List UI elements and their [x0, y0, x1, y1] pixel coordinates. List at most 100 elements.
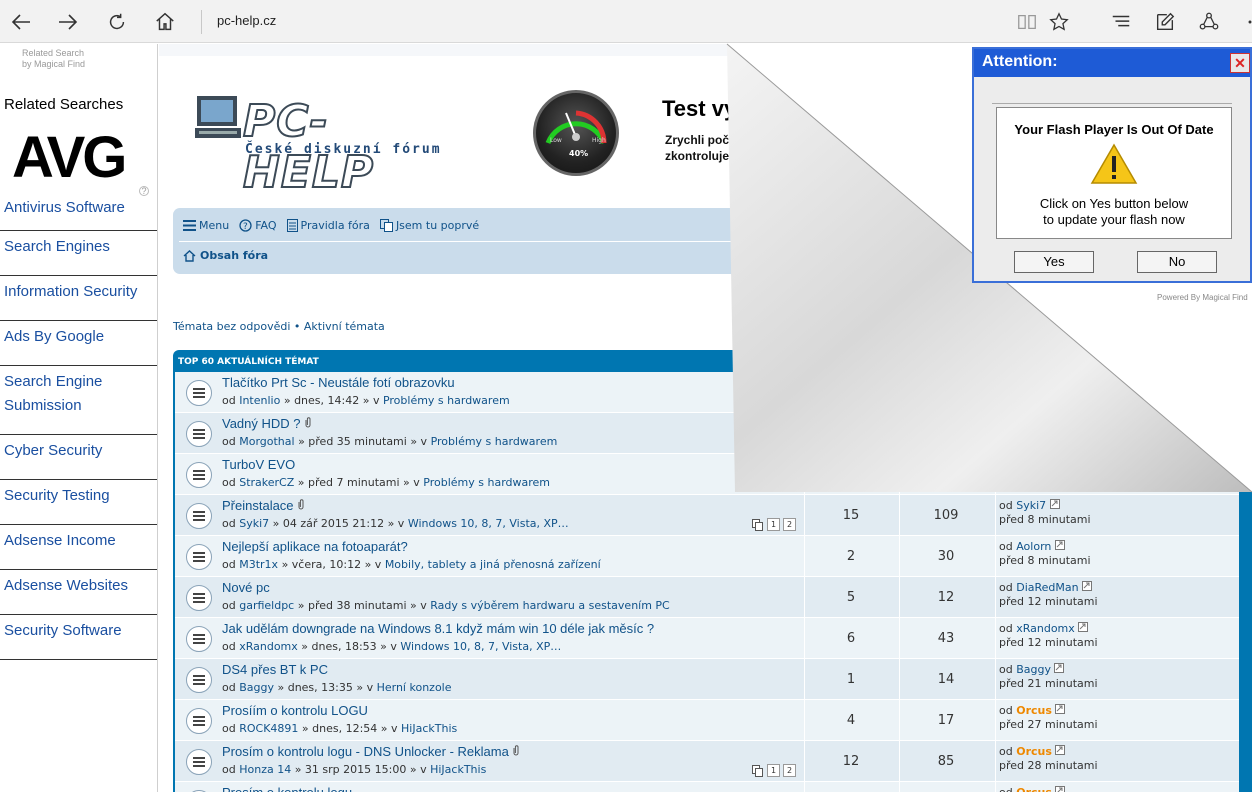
topic-title-link[interactable]: Jak udělám downgrade na Windows 8.1 když… [222, 621, 654, 636]
reading-view-icon[interactable] [1013, 8, 1041, 36]
goto-last-post-icon[interactable] [1056, 376, 1067, 386]
topic-title-link[interactable]: Vadný HDD ? [222, 416, 312, 431]
topic-forum-link[interactable]: Problémy s hardwarem [383, 394, 510, 407]
sidebar-link[interactable]: Ads By Google [0, 321, 157, 366]
topic-author-link[interactable]: Intenlio [239, 394, 280, 407]
nav-new-here[interactable]: Jsem tu poprvé [379, 219, 479, 232]
topic-title-link[interactable]: Prosíím o kontrolu LOGU [222, 703, 368, 718]
address-bar[interactable]: pc-help.cz [217, 13, 276, 28]
column-divider [995, 413, 996, 454]
topic-title-link[interactable]: DS4 přes BT k PC [222, 662, 328, 677]
sidebar-link[interactable]: Search Engines [0, 231, 157, 276]
topic-title-link[interactable]: Tlačítko Prt Sc - Neustále fotí obrazovk… [222, 375, 455, 390]
more-icon[interactable] [1236, 8, 1252, 36]
topic-forum-link[interactable]: HiJackThis [401, 722, 457, 735]
speed-gauge-icon[interactable]: Low High 40% [533, 90, 619, 176]
favorite-star-icon[interactable] [1045, 8, 1073, 36]
topic-title-link[interactable]: Prosím o kontrolu logu [222, 785, 352, 792]
topic-forum-link[interactable]: Mobily, tablety a jiná přenosná zařízení [385, 558, 601, 571]
last-post-author-link[interactable]: Orcus [1016, 786, 1052, 792]
sidebar-link[interactable]: Security Testing [0, 480, 157, 525]
goto-last-post-icon[interactable] [1055, 786, 1066, 792]
last-post-author-link[interactable]: xRandomx [1016, 622, 1075, 635]
sidebar-link[interactable]: Security Software [0, 615, 157, 660]
topic-forum-link[interactable]: Herní konzole [377, 681, 452, 694]
web-note-icon[interactable] [1151, 8, 1179, 36]
topic-time: » před 35 minutami » v [298, 435, 428, 448]
link-active-topics[interactable]: Aktivní témata [304, 320, 385, 333]
sidebar-link[interactable]: Information Security [0, 276, 157, 321]
topic-author-link[interactable]: StrakerCZ [239, 476, 294, 489]
topic-forum-link[interactable]: Windows 10, 8, 7, Vista, XP… [408, 517, 569, 530]
last-post-author-link[interactable]: Syki7 [1016, 499, 1046, 512]
nav-breadcrumb[interactable]: Obsah fóra [183, 249, 268, 262]
topic-forum-link[interactable]: Rady s výběrem hardwaru a sestavením PC [430, 599, 670, 612]
forward-arrow-icon[interactable] [54, 8, 82, 36]
column-divider [804, 495, 805, 536]
topic-forum-link[interactable]: Windows 10, 8, 7, Vista, XP… [400, 640, 561, 653]
topic-author-link[interactable]: ROCK4891 [239, 722, 298, 735]
topic-author-link[interactable]: Baggy [239, 681, 274, 694]
ad-info-icon[interactable]: ? [139, 186, 149, 196]
topic-forum-link[interactable]: Problémy s hardwarem [431, 435, 558, 448]
topic-title-link[interactable]: Nejlepší aplikace na fotoaparát? [222, 539, 408, 554]
sidebar-link[interactable]: Adsense Websites [0, 570, 157, 615]
page-link[interactable]: 2 [783, 764, 796, 777]
nav-menu[interactable]: Menu [183, 219, 229, 232]
goto-last-post-icon[interactable] [1055, 704, 1066, 714]
goto-last-post-icon[interactable] [1071, 417, 1082, 427]
last-post-author-link[interactable]: Orcus [1016, 704, 1052, 717]
last-post-author-link[interactable]: d1amond [1016, 417, 1068, 430]
last-post-author-link[interactable]: Aolorn [1016, 540, 1051, 553]
last-post-author-link[interactable]: StrakerCZ [1016, 458, 1071, 471]
last-post-author-link[interactable]: petr22 [1016, 376, 1053, 389]
last-post-author-link[interactable]: Orcus [1016, 745, 1052, 758]
topic-title-link[interactable]: Přeinstalace [222, 498, 305, 513]
topic-replies: 11 [842, 385, 860, 400]
topic-author-link[interactable]: M3tr1x [239, 558, 278, 571]
topic-author-link[interactable]: Syki7 [239, 517, 269, 530]
hub-icon[interactable] [1107, 8, 1135, 36]
sidebar-link[interactable]: Antivirus Software [0, 196, 157, 231]
close-icon[interactable]: ✕ [1230, 53, 1250, 73]
avg-logo[interactable]: AVG [12, 128, 127, 188]
gauge-percent: 40% [569, 149, 589, 158]
home-icon[interactable] [151, 8, 179, 36]
link-unanswered[interactable]: Témata bez odpovědi [173, 320, 290, 333]
page-link[interactable]: 2 [783, 518, 796, 531]
goto-last-post-icon[interactable] [1049, 499, 1060, 509]
topic-title-link[interactable]: Nové pc [222, 580, 270, 595]
topic-title-link[interactable]: TurboV EVO [222, 457, 295, 472]
last-post-author-link[interactable]: Baggy [1016, 663, 1051, 676]
friends-label: Spřátelené w [837, 192, 897, 202]
banner-title[interactable]: Test výkonu [662, 96, 789, 122]
back-arrow-icon[interactable] [7, 8, 35, 36]
no-button[interactable]: No [1137, 251, 1217, 273]
sidebar-link[interactable]: Adsense Income [0, 525, 157, 570]
nav-faq[interactable]: ? FAQ [239, 219, 277, 232]
yes-button[interactable]: Yes [1014, 251, 1094, 273]
topic-author-link[interactable]: Honza 14 [239, 763, 291, 776]
goto-last-post-icon[interactable] [1054, 540, 1065, 550]
topic-author-link[interactable]: garfieldpc [239, 599, 294, 612]
refresh-icon[interactable] [103, 8, 131, 36]
goto-last-post-icon[interactable] [1055, 745, 1066, 755]
share-icon[interactable] [1195, 8, 1223, 36]
topic-author-link[interactable]: Morgothal [239, 435, 294, 448]
topic-title-link[interactable]: Prosím o kontrolu logu - DNS Unlocker - … [222, 744, 520, 759]
topic-forum-link[interactable]: HiJackThis [430, 763, 486, 776]
topic-views: 109 [933, 508, 959, 523]
topic-author-link[interactable]: xRandomx [239, 640, 298, 653]
nav-rules[interactable]: Pravidla fóra [286, 219, 370, 232]
column-divider [899, 495, 900, 536]
goto-last-post-icon[interactable] [1054, 663, 1065, 673]
sidebar-link[interactable]: Cyber Security [0, 435, 157, 480]
goto-last-post-icon[interactable] [1078, 622, 1089, 632]
page-link[interactable]: 1 [767, 764, 780, 777]
last-post-author-link[interactable]: DiaRedMan [1016, 581, 1078, 594]
page-link[interactable]: 1 [767, 518, 780, 531]
goto-last-post-icon[interactable] [1074, 458, 1085, 468]
sidebar-link[interactable]: Search Engine Submission [0, 366, 157, 435]
topic-forum-link[interactable]: Problémy s hardwarem [423, 476, 550, 489]
goto-last-post-icon[interactable] [1082, 581, 1093, 591]
